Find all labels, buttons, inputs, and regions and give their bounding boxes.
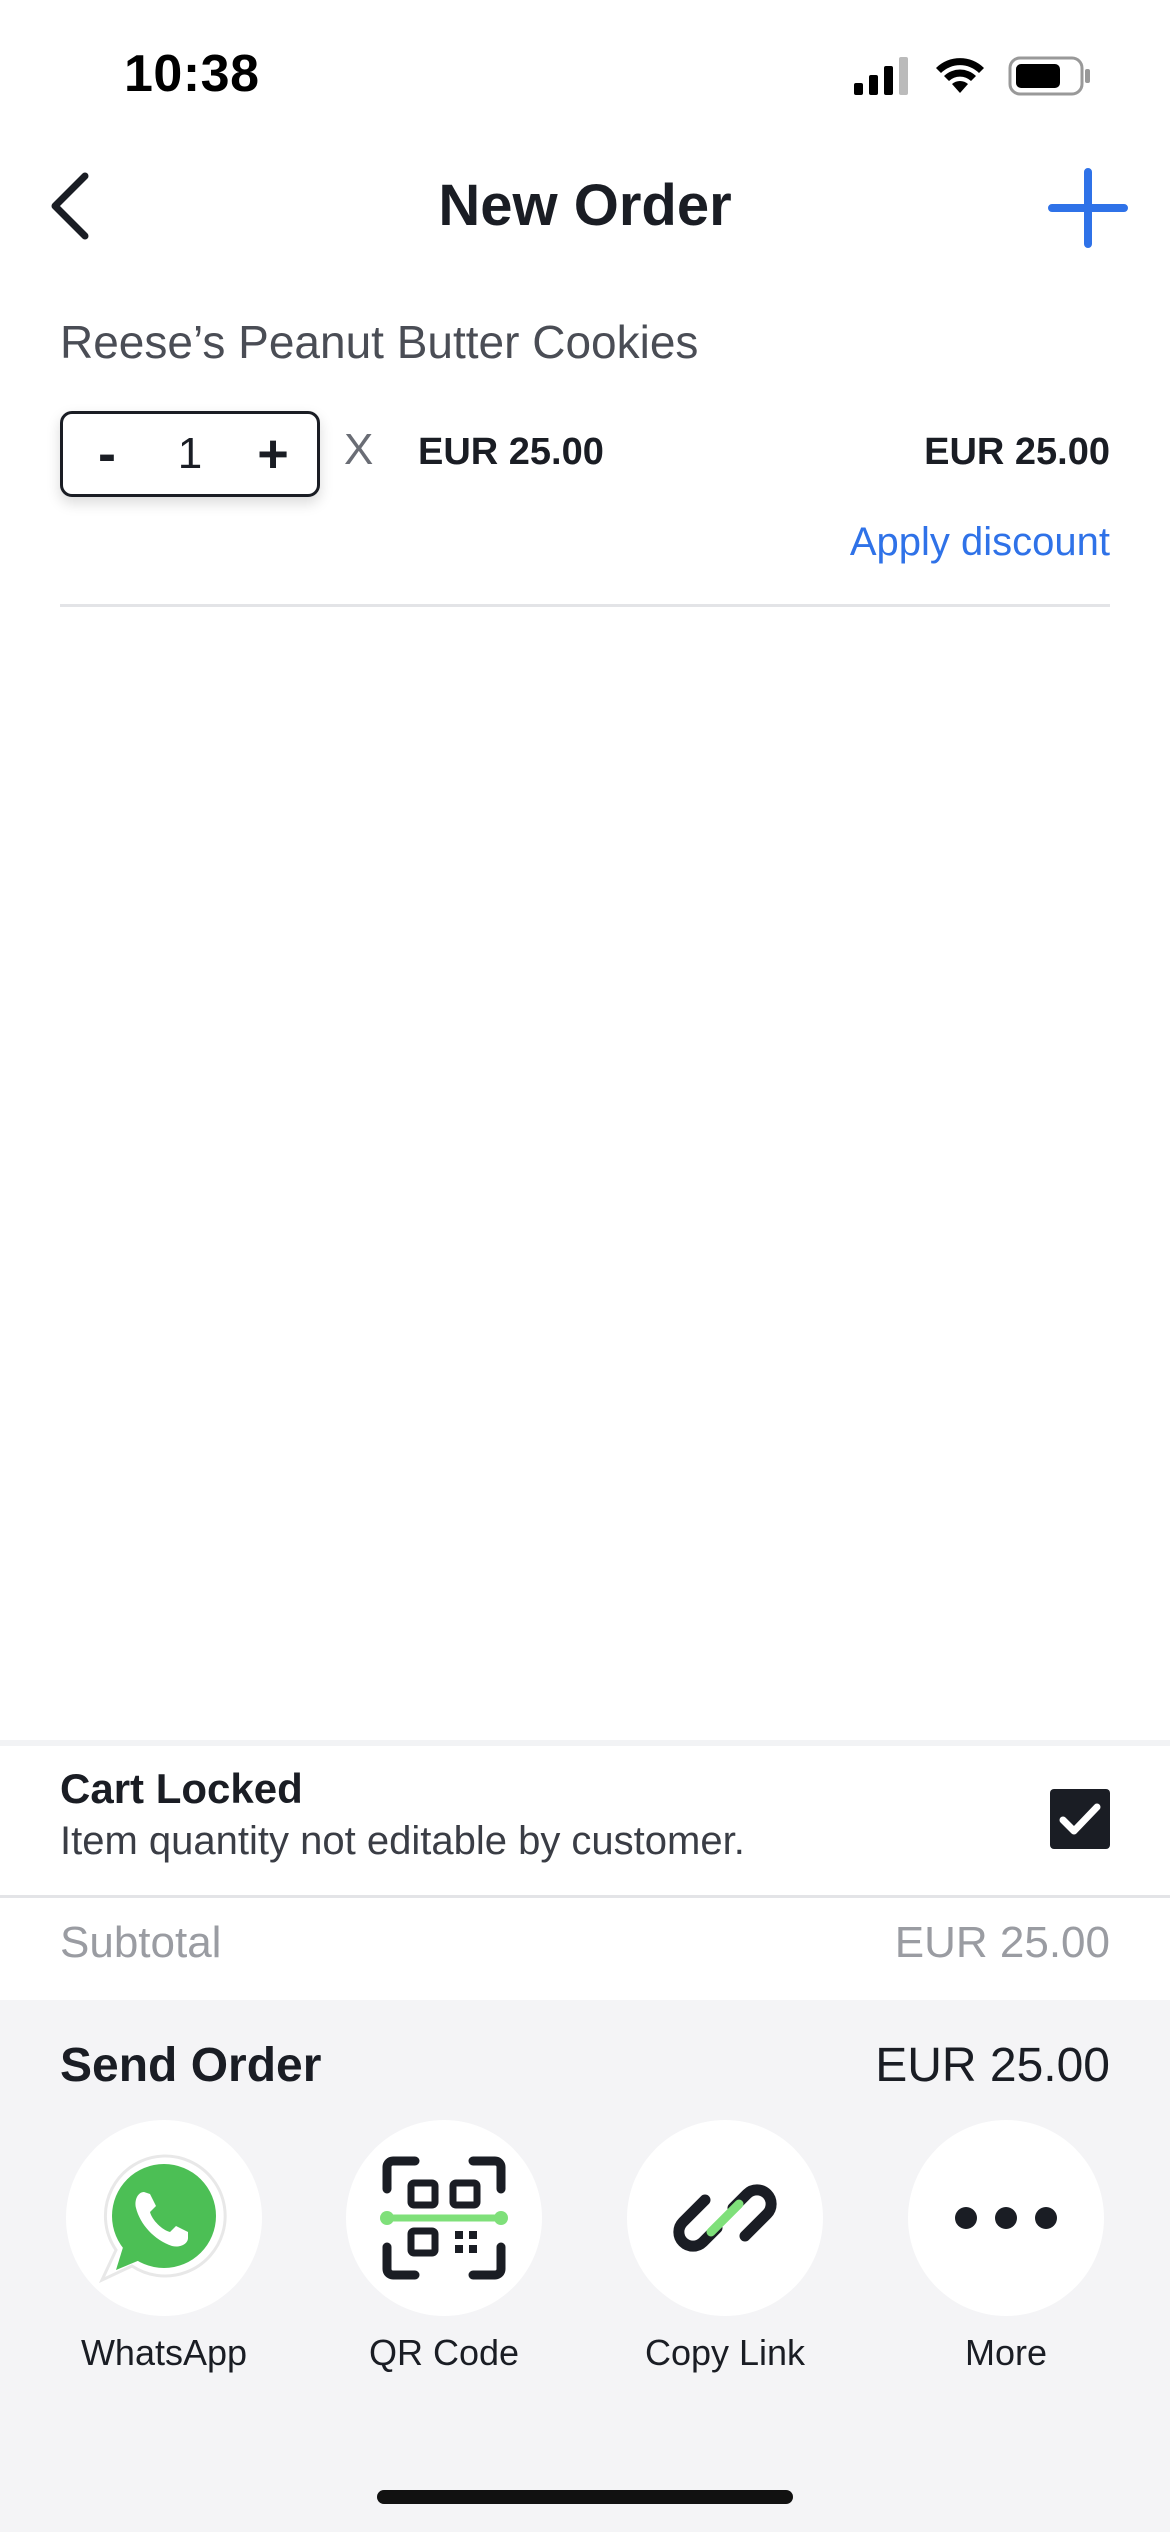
multiply-sign: X	[344, 425, 374, 474]
more-button[interactable]: More	[886, 2120, 1126, 2374]
status-time: 10:38	[124, 45, 260, 103]
copy-link-circle	[627, 2120, 823, 2316]
cellular-signal-icon	[854, 57, 908, 95]
subtotal-row: Subtotal EUR 25.00	[60, 1918, 1110, 1978]
whatsapp-icon	[98, 2154, 227, 2284]
link-icon	[673, 2184, 777, 2252]
decrement-button[interactable]: -	[87, 427, 127, 481]
item-name: Reese’s Peanut Butter Cookies	[60, 316, 699, 368]
qr-code-icon	[380, 2156, 508, 2280]
more-circle	[908, 2120, 1104, 2316]
qr-code-circle	[346, 2120, 542, 2316]
send-order-title: Send Order	[60, 2039, 322, 2092]
wifi-icon	[936, 58, 984, 93]
add-item-button[interactable]	[1046, 166, 1130, 250]
line-total: EUR 25.00	[924, 431, 1110, 473]
checkmark-icon	[1059, 1803, 1101, 1835]
section-separator	[0, 1740, 1170, 1746]
send-order-total: EUR 25.00	[875, 2039, 1110, 2092]
whatsapp-label: WhatsApp	[80, 2332, 248, 2373]
divider	[0, 1895, 1170, 1898]
whatsapp-button[interactable]: WhatsApp	[44, 2120, 284, 2374]
page-title: New Order	[438, 173, 732, 238]
quantity-stepper: - 1 +	[60, 411, 320, 497]
more-label: More	[964, 2332, 1048, 2373]
cart-locked-title: Cart Locked	[60, 1765, 303, 1812]
qr-code-label: QR Code	[368, 2332, 520, 2373]
nav-bar: New Order	[0, 150, 1170, 262]
copy-link-label: Copy Link	[644, 2332, 806, 2373]
more-dots-icon	[955, 2207, 1057, 2229]
share-options: WhatsApp QR Code Copy Link More	[0, 2120, 1170, 2380]
divider	[60, 604, 1110, 607]
status-icons	[854, 56, 1092, 96]
send-order-panel: Send Order EUR 25.00 WhatsApp QR Code Co…	[0, 2000, 1170, 2532]
subtotal-value: EUR 25.00	[894, 1918, 1110, 1967]
apply-discount-link[interactable]: Apply discount	[850, 520, 1110, 565]
quantity-value: 1	[177, 429, 203, 478]
whatsapp-circle	[66, 2120, 262, 2316]
status-bar: 10:38	[0, 0, 1170, 150]
qr-code-button[interactable]: QR Code	[324, 2120, 564, 2374]
order-item: Reese’s Peanut Butter Cookies - 1 + X EU…	[60, 315, 1110, 497]
copy-link-button[interactable]: Copy Link	[605, 2120, 845, 2374]
home-indicator	[377, 2490, 793, 2504]
new-order-screen: 10:38 New Order Reese’s Peanut Butter Co…	[0, 0, 1170, 2532]
cart-locked-checkbox[interactable]	[1050, 1789, 1110, 1849]
increment-button[interactable]: +	[253, 427, 293, 481]
item-quantity-row: - 1 + X EUR 25.00 EUR 25.00	[60, 411, 1110, 497]
battery-icon	[1008, 56, 1090, 96]
plus-icon	[1048, 168, 1128, 248]
cart-locked-row: Cart Locked Item quantity not editable b…	[60, 1765, 1110, 1885]
cart-locked-subtitle: Item quantity not editable by customer.	[60, 1819, 745, 1863]
subtotal-label: Subtotal	[60, 1918, 222, 1967]
unit-price: EUR 25.00	[418, 431, 604, 473]
